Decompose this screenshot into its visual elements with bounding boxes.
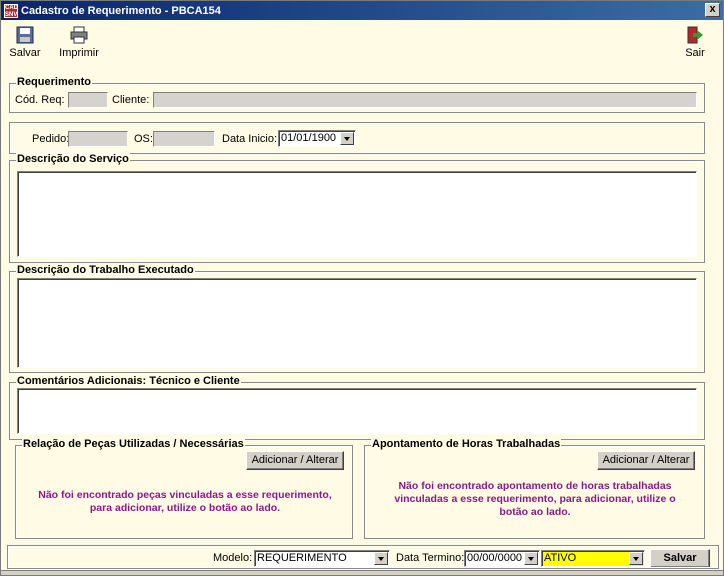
exit-toolbar-button[interactable]: Sair (681, 26, 709, 59)
descricao-servico-legend: Descrição do Serviço (16, 153, 130, 165)
status-select[interactable]: ATIVO (541, 550, 645, 567)
requerimento-group: Requerimento Cód. Req: Cliente: (9, 76, 705, 113)
modelo-value: REQUERIMENTO (257, 552, 347, 564)
pedido-group: Pedido: OS: Data Inicio: 01/01/1900 (9, 122, 705, 154)
status-value: ATIVO (544, 552, 577, 564)
modelo-select[interactable]: REQUERIMENTO (254, 550, 390, 567)
window-title: Cadastro de Requerimento - PBCA154 (21, 4, 221, 17)
floppy-disk-icon (16, 26, 34, 44)
cliente-field[interactable] (153, 92, 697, 108)
horas-empty-message: Não foi encontrado apontamento de horas … (394, 480, 676, 518)
pecas-add-button[interactable]: Adicionar / Alterar (246, 451, 344, 470)
data-inicio-value: 01/01/1900 (281, 132, 337, 144)
descricao-servico-textarea[interactable] (17, 171, 697, 257)
save-toolbar-label: Salvar (9, 47, 41, 59)
chevron-down-icon[interactable] (524, 552, 538, 565)
data-termino-value: 00/00/0000 (467, 552, 523, 564)
comentarios-group: Comentários Adicionais: Técnico e Client… (9, 375, 705, 440)
footer-bar: Modelo: REQUERIMENTO Data Termino: 00/00… (7, 545, 719, 569)
cliente-label: Cliente: (112, 94, 150, 106)
app-icon: CAD SNV (4, 3, 18, 18)
pecas-group: Relação de Peças Utilizadas / Necessária… (15, 438, 353, 539)
chevron-down-icon[interactable] (374, 552, 388, 565)
modelo-label: Modelo: (213, 552, 253, 564)
printer-icon (70, 26, 88, 44)
descricao-trabalho-group: Descrição do Trabalho Executado (9, 264, 705, 373)
cod-req-label: Cód. Req: (15, 94, 65, 106)
title-bar: CAD SNV Cadastro de Requerimento - PBCA15… (1, 1, 723, 20)
data-termino-label: Data Termino: (396, 552, 465, 564)
cod-req-field[interactable] (68, 92, 108, 108)
save-button[interactable]: Salvar (650, 549, 710, 568)
descricao-trabalho-textarea[interactable] (17, 278, 697, 368)
main-window: CAD SNV Cadastro de Requerimento - PBCA15… (0, 0, 724, 576)
print-toolbar-label: Imprimir (59, 47, 99, 59)
exit-door-icon (687, 26, 703, 44)
descricao-servico-group: Descrição do Serviço (9, 153, 705, 263)
print-toolbar-button[interactable]: Imprimir (49, 26, 109, 59)
data-inicio-picker[interactable]: 01/01/1900 (278, 130, 356, 147)
status-bar (1, 570, 723, 575)
requerimento-legend: Requerimento (16, 76, 92, 88)
exit-toolbar-label: Sair (685, 47, 705, 59)
pecas-legend: Relação de Peças Utilizadas / Necessária… (22, 438, 245, 450)
close-button[interactable]: x (705, 3, 720, 17)
os-field[interactable] (153, 131, 215, 147)
data-inicio-label: Data Inicio: (222, 133, 278, 145)
os-label: OS: (134, 133, 153, 145)
descricao-trabalho-legend: Descrição do Trabalho Executado (16, 264, 195, 276)
pecas-empty-message: Não foi encontrado peças vinculadas a es… (38, 489, 332, 514)
chevron-down-icon[interactable] (629, 552, 643, 565)
horas-add-button[interactable]: Adicionar / Alterar (597, 451, 695, 470)
comentarios-textarea[interactable] (17, 388, 697, 434)
pedido-label: Pedido: (32, 133, 70, 145)
comentarios-legend: Comentários Adicionais: Técnico e Client… (16, 375, 241, 387)
data-termino-picker[interactable]: 00/00/0000 (464, 550, 540, 567)
horas-group: Apontamento de Horas Trabalhadas Adicion… (364, 438, 705, 539)
chevron-down-icon[interactable] (340, 132, 354, 145)
save-toolbar-button[interactable]: Salvar (7, 26, 43, 59)
pedido-field[interactable] (68, 131, 128, 147)
horas-legend: Apontamento de Horas Trabalhadas (371, 438, 562, 450)
toolbar: Salvar Imprimir Sair (1, 20, 723, 70)
